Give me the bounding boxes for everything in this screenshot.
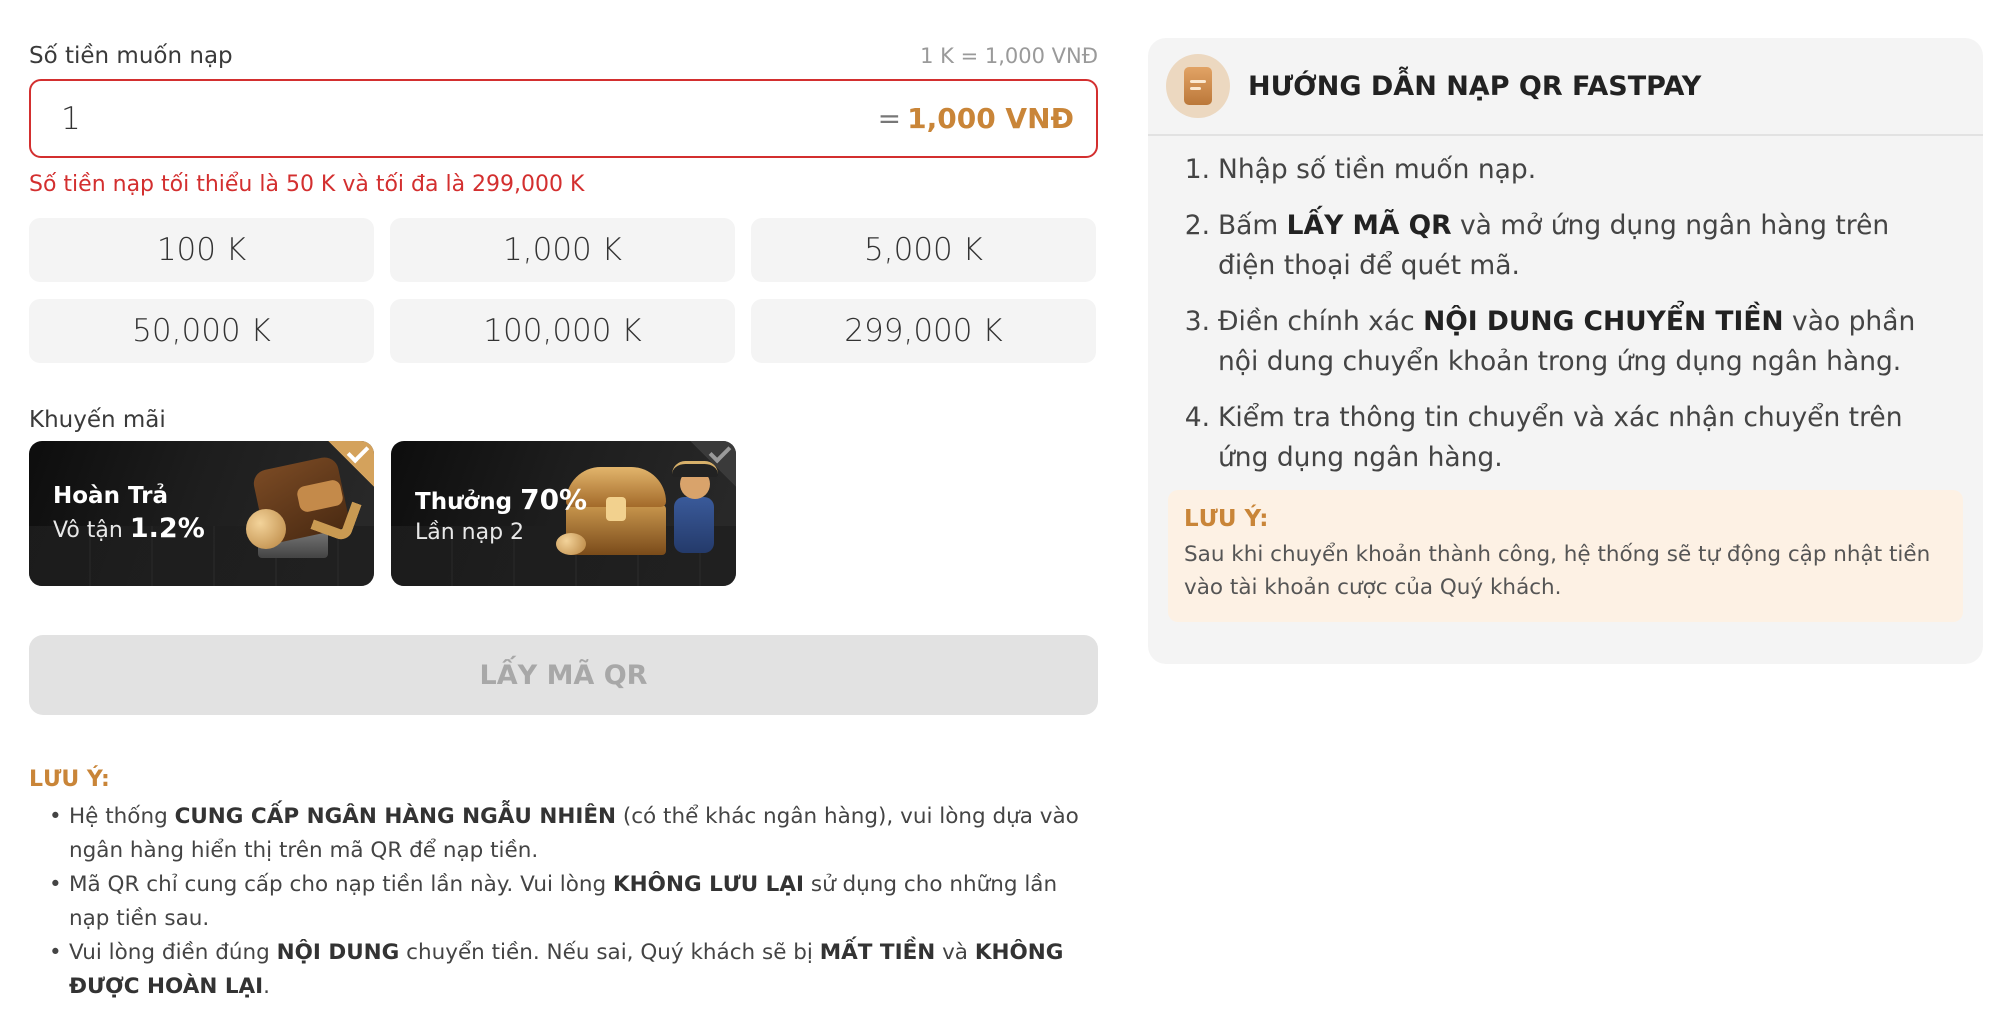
guide-step: 4. Kiểm tra thông tin chuyển và xác nhận … (1180, 398, 1953, 478)
get-qr-button[interactable]: LẤY MÃ QR (29, 635, 1098, 715)
guide-note: LƯU Ý: Sau khi chuyển khoản thành công, … (1168, 490, 1963, 622)
deposit-form: Số tiền muốn nạp 1 K = 1,000 VNĐ 1 = 1,00… (29, 38, 1098, 1004)
selected-checkmark-icon (328, 441, 374, 487)
preset-button[interactable]: 100 K (29, 218, 374, 282)
body-text: Hệ thống (69, 804, 175, 829)
emphasis-text: KHÔNG LƯU LẠI (613, 872, 805, 897)
deposit-notes: LƯU Ý: Hệ thống CUNG CẤP NGÂN HÀNG NGẪU … (29, 767, 1098, 1004)
note-list: Hệ thống CUNG CẤP NGÂN HÀNG NGẪU NHIÊN (… (29, 800, 1098, 1004)
promotion-label: Khuyến mãi (29, 407, 166, 433)
body-text: Mã QR chỉ cung cấp cho nạp tiền lần này.… (69, 872, 614, 897)
emphasis-text: CUNG CẤP NGÂN HÀNG NGẪU NHIÊN (174, 804, 616, 829)
guide-note-text: Sau khi chuyển khoản thành công, hệ thốn… (1184, 542, 1931, 600)
preset-button[interactable]: 299,000 K (751, 299, 1096, 363)
promo-card-cashback[interactable]: Hoàn Trả Vô tận 1.2% (29, 441, 374, 586)
promo-highlight: 1.2% (129, 513, 205, 544)
guide-panel: HƯỚNG DẪN NẠP QR FASTPAY 1. Nhập số tiền … (1148, 38, 1983, 664)
checkmark-icon (346, 441, 370, 464)
chest-lock-shape (606, 497, 626, 521)
guide-title: HƯỚNG DẪN NẠP QR FASTPAY (1248, 70, 1702, 102)
coin-shape (246, 509, 286, 549)
promo-text: Thưởng 70% Lần nạp 2 (415, 483, 587, 545)
preset-button[interactable]: 50,000 K (29, 299, 374, 363)
preset-amounts: 100 K 1,000 K 5,000 K 50,000 K 100,000 K… (29, 218, 1098, 363)
step-text: Bấm LẤY MÃ QR và mở ứng dụng ngân hàng t… (1218, 206, 1953, 286)
promo-subtitle: Vô tận 1.2% (53, 513, 205, 544)
note-title: LƯU Ý: (29, 767, 110, 792)
promo-title-text: Thưởng (415, 489, 513, 515)
note-item: Vui lòng điền đúng NỘI DUNG chuyển tiền.… (29, 936, 1098, 1004)
promo-title: Hoàn Trả (53, 483, 168, 509)
step-number: 3. (1184, 306, 1210, 337)
step-text: Kiểm tra thông tin chuyển và xác nhận ch… (1218, 398, 1953, 478)
body-text: Bấm (1218, 210, 1287, 241)
guide-note-title: LƯU Ý: (1184, 506, 1269, 532)
converted-prefix: = (877, 102, 902, 135)
pirate-body-shape (674, 497, 714, 553)
body-text: Nhập số tiền muốn nạp. (1218, 154, 1537, 185)
preset-button[interactable]: 100,000 K (390, 299, 735, 363)
promo-text: Hoàn Trả Vô tận 1.2% (53, 483, 205, 544)
checkmark-icon (708, 441, 732, 464)
body-text: . (263, 974, 271, 999)
body-text: Vui lòng điền đúng (69, 940, 277, 965)
converted-amount: = 1,000 VNĐ (878, 102, 1074, 135)
promo-card-bonus[interactable]: Thưởng 70% Lần nạp 2 (391, 441, 736, 586)
exchange-rate: 1 K = 1,000 VNĐ (920, 44, 1098, 68)
promo-subtitle: Lần nạp 2 (415, 520, 525, 545)
promo-highlight: 70% (520, 483, 588, 516)
guide-step: 2. Bấm LẤY MÃ QR và mở ứng dụng ngân hàng… (1180, 206, 1953, 286)
amount-input-value[interactable]: 1 (61, 101, 81, 137)
converted-value: 1,000 VNĐ (907, 102, 1074, 135)
preset-button[interactable]: 5,000 K (751, 218, 1096, 282)
promo-title: Thưởng 70% (415, 483, 587, 516)
note-item: Mã QR chỉ cung cấp cho nạp tiền lần này.… (29, 868, 1098, 936)
note-item: Hệ thống CUNG CẤP NGÂN HÀNG NGẪU NHIÊN (… (29, 800, 1098, 868)
document-icon-shape (1184, 67, 1212, 105)
amount-label: Số tiền muốn nạp (29, 43, 233, 69)
body-text: chuyển tiền. Nếu sai, Quý khách sẽ bị (399, 940, 820, 965)
amount-error-message: Số tiền nạp tối thiểu là 50 K và tối đa … (29, 172, 585, 197)
guide-step: 1. Nhập số tiền muốn nạp. (1180, 150, 1953, 190)
step-number: 4. (1184, 402, 1210, 433)
emphasis-text: LẤY MÃ QR (1286, 210, 1452, 241)
emphasis-text: NỘI DUNG CHUYỂN TIỀN (1423, 306, 1784, 337)
preset-button[interactable]: 1,000 K (390, 218, 735, 282)
guide-steps: 1. Nhập số tiền muốn nạp. 2. Bấm LẤY MÃ QR … (1148, 136, 1983, 478)
step-text: Nhập số tiền muốn nạp. (1218, 150, 1536, 190)
document-icon (1166, 54, 1230, 118)
body-text: Kiểm tra thông tin chuyển và xác nhận ch… (1218, 402, 1903, 473)
emphasis-text: MẤT TIỀN (819, 940, 936, 965)
body-text: Điền chính xác (1218, 306, 1424, 337)
amount-field-header: Số tiền muốn nạp 1 K = 1,000 VNĐ (29, 38, 1098, 74)
step-number: 2. (1184, 210, 1210, 241)
unselected-checkmark-icon (690, 441, 736, 487)
guide-header: HƯỚNG DẪN NẠP QR FASTPAY (1148, 38, 1983, 136)
emphasis-text: NỘI DUNG (276, 940, 400, 965)
body-text: và (935, 940, 975, 965)
promo-subtitle-text: Vô tận (53, 518, 123, 543)
step-number: 1. (1184, 154, 1210, 185)
guide-step: 3. Điền chính xác NỘI DUNG CHUYỂN TIỀN và… (1180, 302, 1953, 382)
step-text: Điền chính xác NỘI DUNG CHUYỂN TIỀN vào … (1218, 302, 1953, 382)
amount-input[interactable]: 1 = 1,000 VNĐ (29, 79, 1098, 158)
promotion-list: Hoàn Trả Vô tận 1.2% Thưởng 70% Lần nạp … (29, 441, 1098, 586)
